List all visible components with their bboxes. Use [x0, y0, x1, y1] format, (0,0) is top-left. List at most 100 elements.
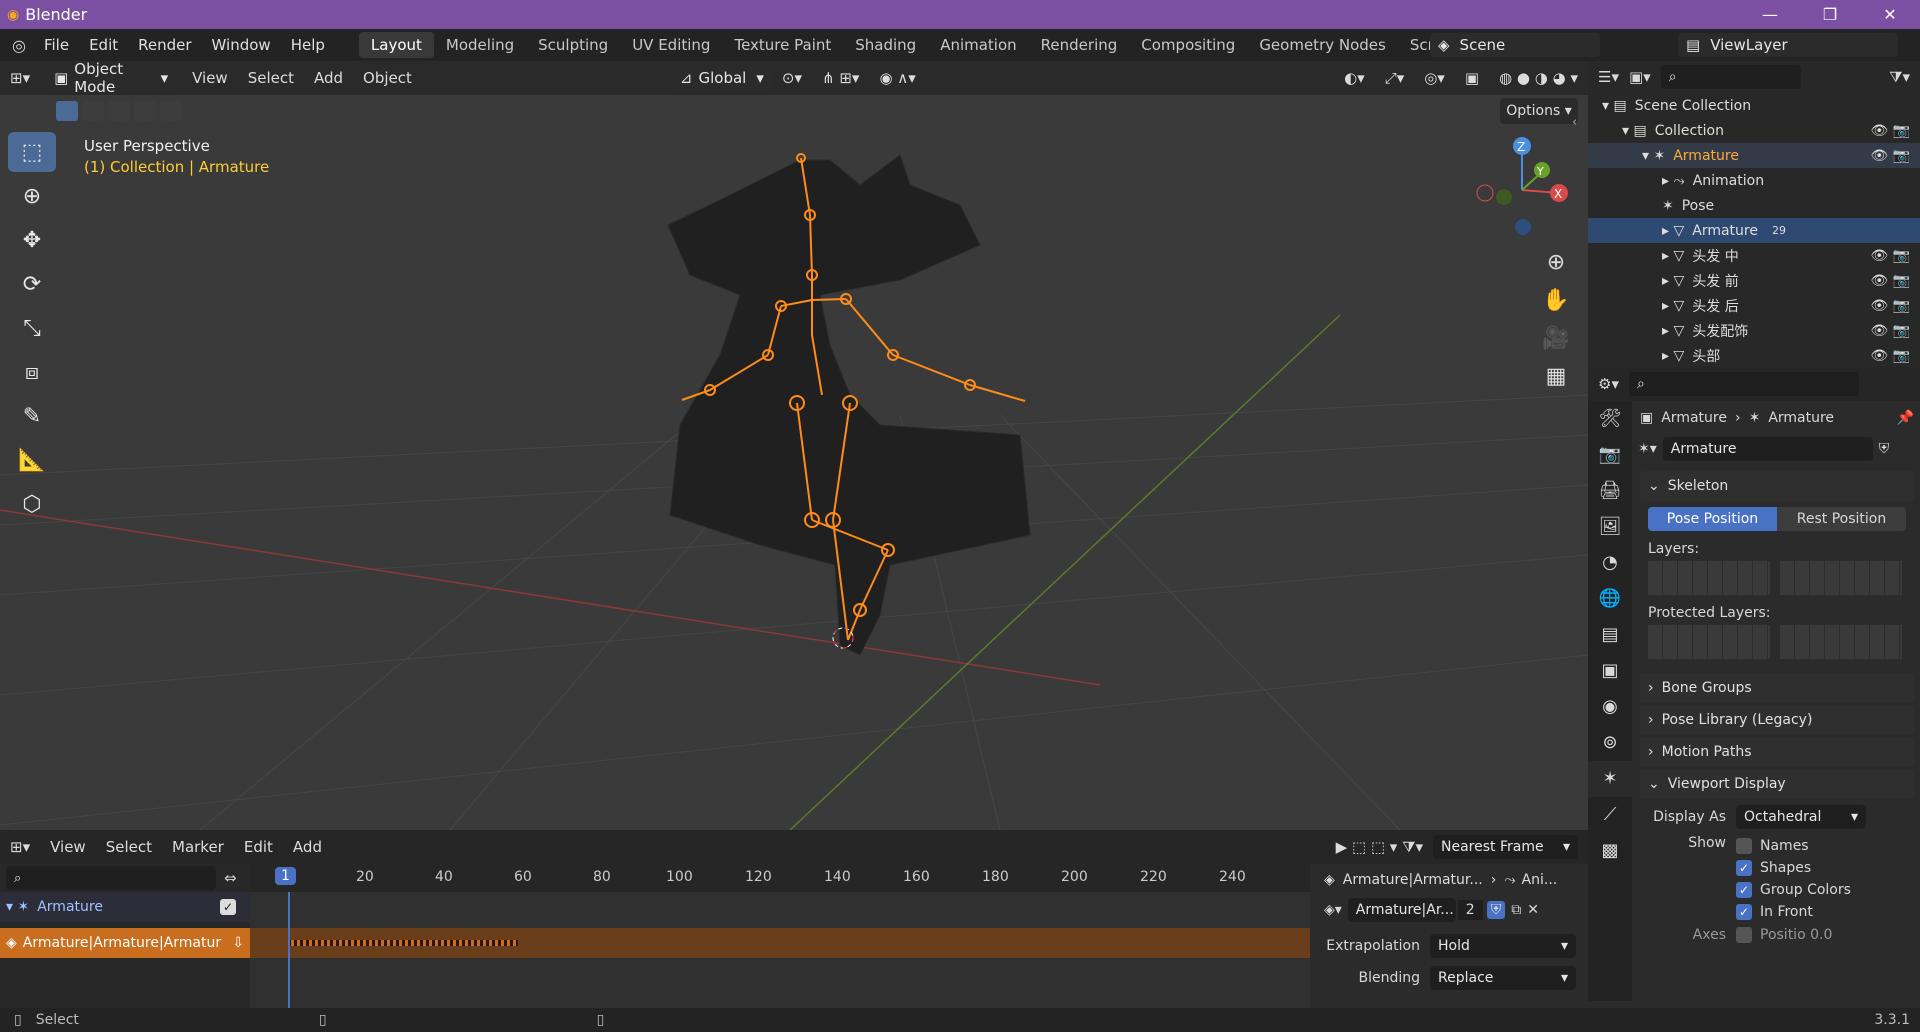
visibility-toggle-icon[interactable]: 👁 📷 [1870, 298, 1910, 314]
filter-icon[interactable]: ⧩▾ [1889, 68, 1910, 86]
output-tab-icon[interactable]: 🖨 [1588, 473, 1632, 509]
add-cube-tool-icon[interactable]: ⬡ [8, 484, 56, 524]
shading-modes-icon[interactable]: ◍ ● ◑ ◕ ▾ [1489, 69, 1588, 87]
xray-icon[interactable]: ▣ [1455, 69, 1489, 87]
outliner-row[interactable]: ▸ ⤳ Animation [1588, 168, 1920, 193]
nla-editor-type-icon[interactable]: ⊞▾ [0, 838, 40, 856]
layers-group-1[interactable] [1648, 561, 1770, 595]
texture-tab-icon[interactable]: ▩ [1588, 833, 1632, 869]
select-subtract-icon[interactable] [108, 101, 130, 121]
tab-rendering[interactable]: Rendering [1029, 32, 1130, 58]
current-frame[interactable]: 1 [275, 867, 296, 885]
channel-armature-checkbox[interactable]: ✓ [220, 899, 236, 915]
menu-add[interactable]: Add [304, 69, 353, 87]
constraint-tab-icon[interactable]: ⊚ [1588, 725, 1632, 761]
ortho-grid-icon[interactable]: ▦ [1538, 359, 1574, 395]
tab-uv-editing[interactable]: UV Editing [620, 32, 722, 58]
orientation-dropdown[interactable]: ⊿ Global ▾ [671, 66, 772, 90]
gizmo-icon[interactable]: ⤢▾ [1375, 69, 1415, 87]
outliner-row[interactable]: ▸ ▽ 头部 👁 📷 [1588, 343, 1920, 368]
pose-position-button[interactable]: Pose Position [1648, 507, 1777, 531]
nla-menu-add[interactable]: Add [283, 838, 332, 856]
scale-tool-icon[interactable]: ⤡ [8, 308, 56, 348]
menu-edit[interactable]: Edit [79, 36, 128, 54]
extrapolation-dropdown[interactable]: Hold ▾ [1430, 934, 1576, 958]
menu-window[interactable]: Window [202, 36, 281, 54]
outliner-row[interactable]: ▾ ▤ Scene Collection [1588, 93, 1920, 118]
display-as-dropdown[interactable]: Octahedral ▾ [1736, 805, 1866, 829]
select-intersect-icon[interactable] [160, 101, 182, 121]
tool-tab-icon[interactable]: 🛠 [1588, 401, 1632, 437]
pin-icon[interactable]: 📌 [1897, 410, 1914, 426]
tab-sculpting[interactable]: Sculpting [526, 32, 620, 58]
tab-geometry-nodes[interactable]: Geometry Nodes [1247, 32, 1398, 58]
nla-menu-edit[interactable]: Edit [234, 838, 283, 856]
rest-position-button[interactable]: Rest Position [1777, 507, 1906, 531]
tab-shading[interactable]: Shading [843, 32, 928, 58]
editor-type-icon[interactable]: ⊞▾ [0, 69, 40, 87]
select-box-tool-icon[interactable]: ⬚ [8, 132, 56, 172]
snap-icon[interactable]: ⋔ ⊞▾ [812, 69, 869, 87]
move-tool-icon[interactable]: ✥ [8, 220, 56, 260]
armature-name-field[interactable]: Armature [1662, 437, 1873, 461]
zoom-icon[interactable]: ⊕ [1538, 245, 1574, 281]
layers-grid[interactable] [1648, 561, 1906, 595]
pose-library-panel[interactable]: › Pose Library (Legacy) [1640, 705, 1914, 735]
display-mode-icon[interactable]: ▣▾ [1629, 68, 1651, 86]
props-editor-icon[interactable]: ⚙▾ [1598, 375, 1619, 393]
cursor-tool-icon[interactable]: ⊕ [8, 176, 56, 216]
pivot-icon[interactable]: ⊙▾ [772, 69, 812, 87]
view-layer-tab-icon[interactable]: 🖼 [1588, 509, 1632, 545]
unlink-icon[interactable]: ✕ [1527, 902, 1539, 918]
physics-tab-icon[interactable]: ◉ [1588, 689, 1632, 725]
rotate-tool-icon[interactable]: ⟳ [8, 264, 56, 304]
visibility-toggle-icon[interactable]: 👁 📷 [1870, 273, 1910, 289]
visibility-toggle-icon[interactable]: 👁 📷 [1870, 348, 1910, 364]
nla-menu-view[interactable]: View [40, 838, 96, 856]
collection-tab-icon[interactable]: ▤ [1588, 617, 1632, 653]
tab-animation[interactable]: Animation [928, 32, 1028, 58]
visibility-toggle-icon[interactable]: 👁 📷 [1870, 123, 1910, 139]
nla-menu-select[interactable]: Select [96, 838, 162, 856]
armature-browse-icon[interactable]: ✶▾ [1638, 441, 1657, 457]
tab-texture-paint[interactable]: Texture Paint [722, 32, 843, 58]
push-down-icon[interactable]: ⇩ [232, 935, 244, 951]
outliner-row[interactable]: ✶ Pose [1588, 193, 1920, 218]
show-option[interactable]: Names [1736, 835, 1851, 857]
world-tab-icon[interactable]: 🌐 [1588, 581, 1632, 617]
action-users-count[interactable]: 2 [1457, 900, 1483, 920]
sidebar-toggle-icon[interactable]: ‹ [1572, 115, 1577, 130]
overlay-icon[interactable]: ◎▾ [1414, 69, 1455, 87]
snap-dropdown[interactable]: Nearest Frame ▾ [1433, 835, 1578, 859]
fake-user-icon[interactable]: ⛨ [1486, 901, 1506, 919]
render-tab-icon[interactable]: 📷 [1588, 437, 1632, 473]
blender-menu-icon[interactable]: ◎ [0, 36, 34, 55]
layers-group-2[interactable] [1780, 561, 1902, 595]
outliner-search[interactable]: ⌕ [1660, 65, 1801, 89]
checkbox[interactable]: ✓ [1736, 904, 1752, 920]
visibility-toggle-icon[interactable]: 👁 📷 [1870, 248, 1910, 264]
skeleton-panel-header[interactable]: ⌄ Skeleton [1640, 471, 1914, 501]
visibility-toggle-icon[interactable]: 👁 📷 [1870, 323, 1910, 339]
scene-selector[interactable]: ◈ Scene [1430, 33, 1600, 57]
outliner-row[interactable]: ▸ ▽ 头发 中 👁 📷 [1588, 243, 1920, 268]
action-keyframes[interactable] [288, 940, 518, 946]
protected-layers-group-1[interactable] [1648, 625, 1770, 659]
blending-dropdown[interactable]: Replace ▾ [1430, 966, 1576, 990]
nla-filter-icons[interactable]: ▶ ⬚ ⬚ ▾ ⧩▾ [1326, 838, 1433, 856]
channel-search-field[interactable]: ⌕ [6, 866, 216, 890]
viewport-display-panel[interactable]: ⌄ Viewport Display [1640, 769, 1914, 799]
select-extend-icon[interactable] [82, 101, 104, 121]
action-name-field[interactable]: Armature|Ar... [1347, 898, 1456, 922]
options-dropdown[interactable]: Options ▾ [1500, 98, 1578, 124]
checkbox[interactable]: ✓ [1736, 860, 1752, 876]
outliner-row[interactable]: ▸ ▽ 头发 前 👁 📷 [1588, 268, 1920, 293]
protected-layers-group-2[interactable] [1780, 625, 1902, 659]
menu-view[interactable]: View [182, 69, 238, 87]
channel-action[interactable]: ◈ Armature|Armature|Armatur ⇩ [0, 928, 250, 958]
outliner-row[interactable]: ▸ ▽ Armature 29 [1588, 218, 1920, 243]
pan-hand-icon[interactable]: ✋ [1538, 283, 1574, 319]
menu-select[interactable]: Select [238, 69, 304, 87]
close-button[interactable]: ✕ [1860, 0, 1920, 29]
nla-menu-marker[interactable]: Marker [162, 838, 234, 856]
